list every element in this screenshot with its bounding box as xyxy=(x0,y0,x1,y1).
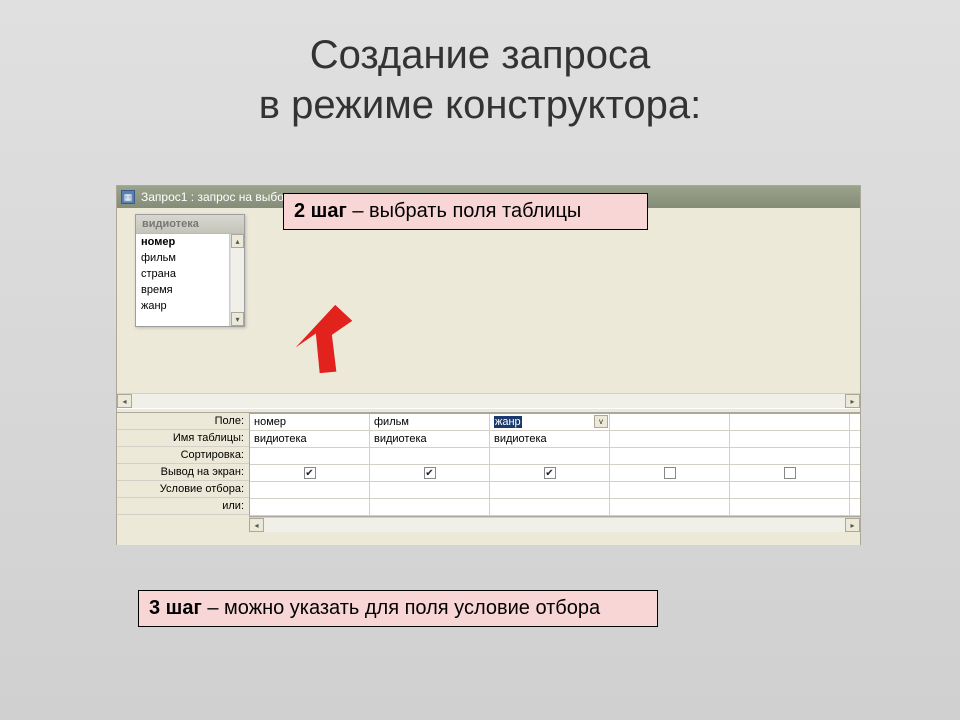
table-source-title: видиотека xyxy=(136,215,244,234)
scroll-up-button[interactable]: ▴ xyxy=(231,234,244,248)
chevron-up-icon: ▴ xyxy=(235,237,239,246)
or-cell[interactable] xyxy=(250,499,370,515)
show-cell[interactable]: ✔ xyxy=(250,465,370,481)
table-cell[interactable]: видиотека xyxy=(490,431,610,447)
field-cell[interactable]: номер xyxy=(250,414,370,430)
scroll-track[interactable] xyxy=(132,394,845,408)
checkbox-checked[interactable]: ✔ xyxy=(304,467,316,479)
scroll-right-button[interactable]: ▸ xyxy=(845,394,860,408)
window-title: Запрос1 : запрос на выборку xyxy=(141,190,302,204)
callout-step-3-text: – можно указать для поля условие отбора xyxy=(202,597,600,619)
or-cell[interactable] xyxy=(610,499,730,515)
show-cell[interactable]: ✔ xyxy=(370,465,490,481)
chevron-right-icon: ▸ xyxy=(850,397,854,406)
query-design-grid: Поле: Имя таблицы: Сортировка: Вывод на … xyxy=(117,413,860,545)
slide-title: Создание запроса в режиме конструктора: xyxy=(0,30,960,130)
criteria-cell[interactable] xyxy=(370,482,490,498)
criteria-cell[interactable] xyxy=(730,482,850,498)
table-source-box[interactable]: видиотека номер фильм страна время жанр … xyxy=(135,214,245,327)
callout-step-3-bold: 3 шаг xyxy=(149,597,202,619)
grid-row-or xyxy=(250,499,860,516)
list-item[interactable]: жанр xyxy=(136,298,229,314)
field-list-scrollbar[interactable]: ▴ ▾ xyxy=(230,234,244,326)
check-icon: ✔ xyxy=(425,468,433,479)
grid-row-table: видиотека видиотека видиотека xyxy=(250,431,860,448)
table-cell[interactable]: видиотека xyxy=(370,431,490,447)
or-cell[interactable] xyxy=(730,499,850,515)
check-icon: ✔ xyxy=(305,468,313,479)
scroll-left-button[interactable]: ◂ xyxy=(117,394,132,408)
show-cell[interactable] xyxy=(730,465,850,481)
table-cell[interactable] xyxy=(730,431,850,447)
grid-hscrollbar[interactable]: ◂ ▸ xyxy=(249,517,860,532)
check-icon: ✔ xyxy=(545,468,553,479)
sort-cell[interactable] xyxy=(250,448,370,464)
grid-row-labels: Поле: Имя таблицы: Сортировка: Вывод на … xyxy=(117,413,249,545)
sort-cell[interactable] xyxy=(730,448,850,464)
table-cell[interactable]: видиотека xyxy=(250,431,370,447)
grid-row-criteria xyxy=(250,482,860,499)
scroll-down-button[interactable]: ▾ xyxy=(231,312,244,326)
criteria-cell[interactable] xyxy=(490,482,610,498)
grid-row-sort xyxy=(250,448,860,465)
list-item[interactable]: время xyxy=(136,282,229,298)
chevron-down-icon: ▾ xyxy=(235,315,239,324)
field-cell[interactable]: фильм xyxy=(370,414,490,430)
upper-pane-hscrollbar[interactable]: ◂ ▸ xyxy=(117,393,860,408)
row-label-criteria: Условие отбора: xyxy=(117,481,249,498)
query-designer-window: ▦ Запрос1 : запрос на выборку видиотека … xyxy=(116,185,861,545)
row-label-show: Вывод на экран: xyxy=(117,464,249,481)
window-icon: ▦ xyxy=(121,190,135,204)
field-cell[interactable] xyxy=(730,414,850,430)
chevron-down-icon: v xyxy=(599,417,603,426)
list-item[interactable]: страна xyxy=(136,266,229,282)
table-relationship-pane[interactable]: видиотека номер фильм страна время жанр … xyxy=(117,208,860,408)
callout-step-2-bold: 2 шаг xyxy=(294,200,347,222)
row-label-sort: Сортировка: xyxy=(117,447,249,464)
red-arrow-icon xyxy=(292,303,352,388)
list-item[interactable]: номер xyxy=(136,234,229,250)
field-cell[interactable] xyxy=(610,414,730,430)
sort-cell[interactable] xyxy=(610,448,730,464)
grid-row-field: номер фильм жанр v xyxy=(250,414,860,431)
title-line-1: Создание запроса xyxy=(310,33,651,77)
callout-step-2-text: – выбрать поля таблицы xyxy=(347,200,582,222)
show-cell[interactable] xyxy=(610,465,730,481)
chevron-left-icon: ◂ xyxy=(254,521,258,530)
criteria-cell[interactable] xyxy=(610,482,730,498)
row-label-or: или: xyxy=(117,498,249,515)
checkbox-unchecked[interactable] xyxy=(784,467,796,479)
list-item[interactable]: фильм xyxy=(136,250,229,266)
sort-cell[interactable] xyxy=(370,448,490,464)
row-label-table: Имя таблицы: xyxy=(117,430,249,447)
table-cell[interactable] xyxy=(610,431,730,447)
show-cell[interactable]: ✔ xyxy=(490,465,610,481)
grid-cells: номер фильм жанр v видиотека видиотека в… xyxy=(249,413,860,517)
chevron-left-icon: ◂ xyxy=(122,397,126,406)
dropdown-button[interactable]: v xyxy=(594,415,608,428)
checkbox-unchecked[interactable] xyxy=(664,467,676,479)
title-line-2: в режиме конструктора: xyxy=(259,83,701,127)
row-label-field: Поле: xyxy=(117,413,249,430)
field-cell-active[interactable]: жанр v xyxy=(490,414,610,430)
grid-row-show: ✔ ✔ ✔ xyxy=(250,465,860,482)
checkbox-checked[interactable]: ✔ xyxy=(424,467,436,479)
checkbox-checked[interactable]: ✔ xyxy=(544,467,556,479)
criteria-cell[interactable] xyxy=(250,482,370,498)
chevron-right-icon: ▸ xyxy=(850,521,854,530)
scroll-right-button[interactable]: ▸ xyxy=(845,518,860,532)
or-cell[interactable] xyxy=(490,499,610,515)
callout-step-2: 2 шаг – выбрать поля таблицы xyxy=(283,193,648,230)
scroll-track[interactable] xyxy=(231,248,244,312)
callout-step-3: 3 шаг – можно указать для поля условие о… xyxy=(138,590,658,627)
scroll-track[interactable] xyxy=(264,518,845,532)
table-field-list: номер фильм страна время жанр ▴ ▾ xyxy=(136,234,244,326)
scroll-left-button[interactable]: ◂ xyxy=(249,518,264,532)
or-cell[interactable] xyxy=(370,499,490,515)
sort-cell[interactable] xyxy=(490,448,610,464)
